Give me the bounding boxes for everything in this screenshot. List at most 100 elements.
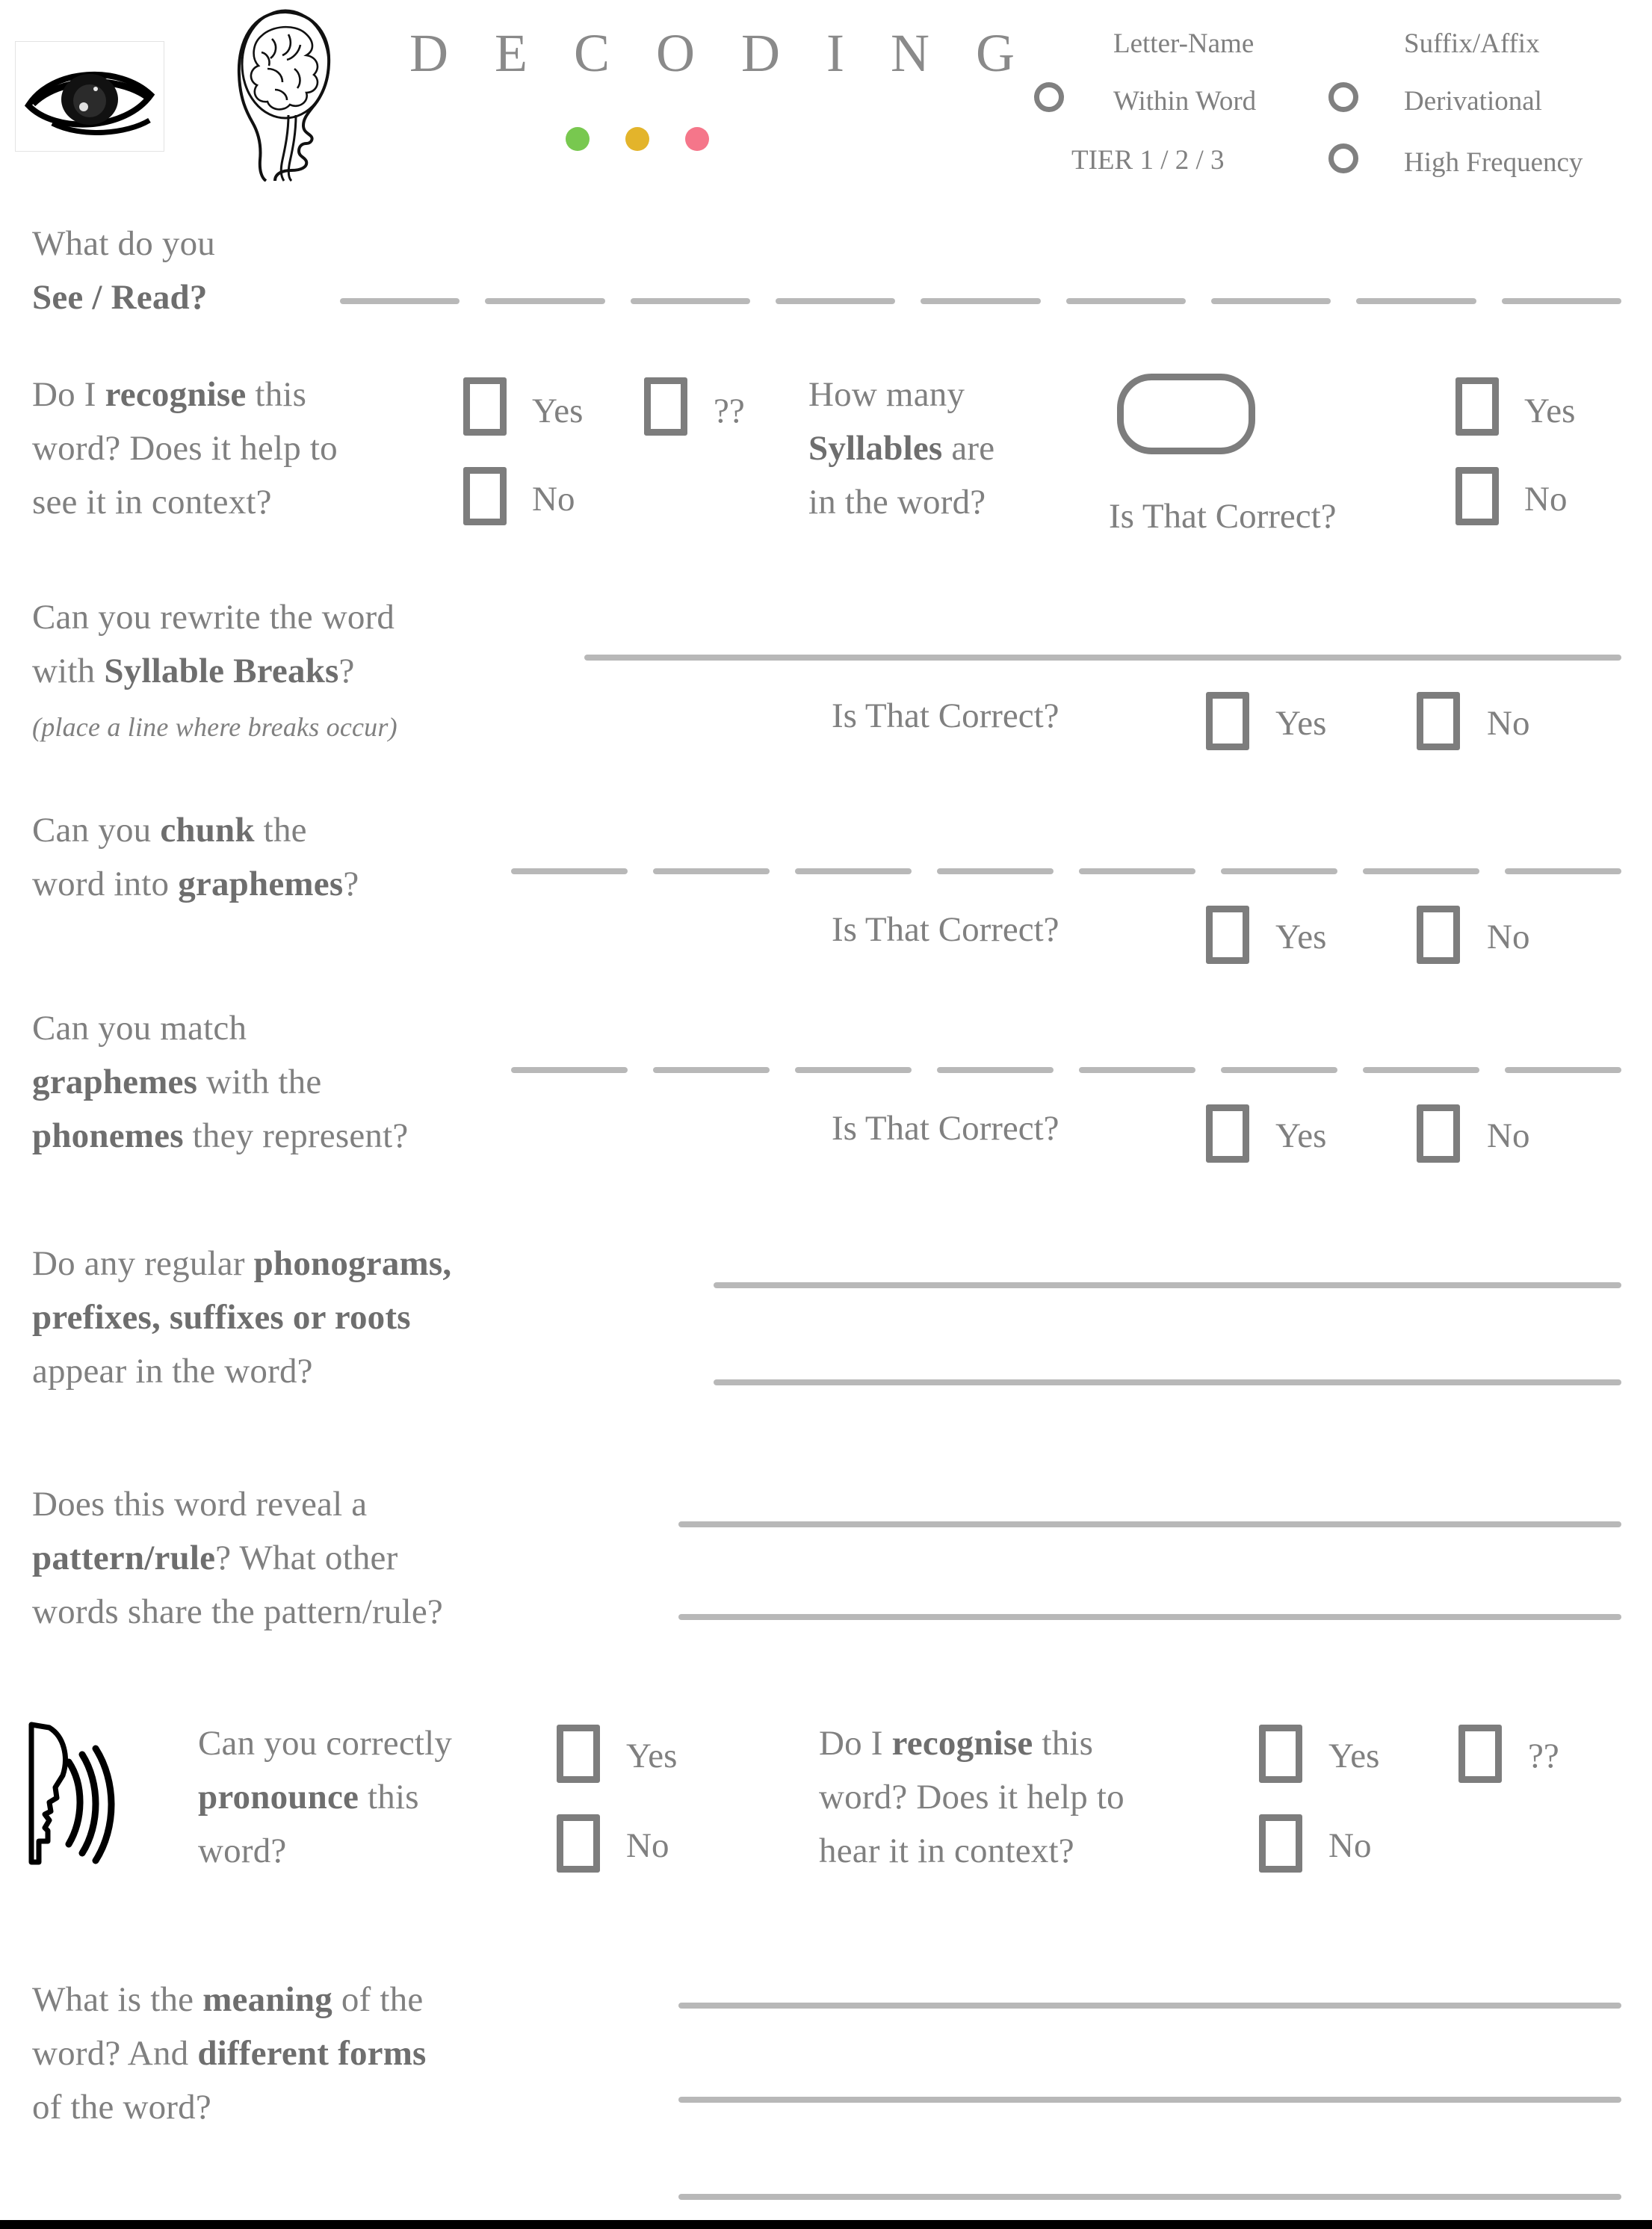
label-recognise-see-yes[interactable]: Yes: [532, 394, 583, 429]
blank-segment[interactable]: [795, 1067, 912, 1073]
label-chunk-yes[interactable]: Yes: [1275, 920, 1326, 955]
label-recognise-hear-no[interactable]: No: [1328, 1828, 1371, 1864]
label-breaks-no[interactable]: No: [1487, 706, 1529, 741]
label-chunk-is-that-correct: Is That Correct?: [832, 910, 1059, 949]
blank-segment[interactable]: [1363, 1067, 1479, 1073]
blank-segment[interactable]: [1221, 868, 1337, 874]
checkbox-chunk-yes[interactable]: [1206, 906, 1249, 964]
label-derivational[interactable]: Derivational: [1404, 87, 1542, 115]
blank-segment[interactable]: [775, 298, 896, 304]
level-dots: [566, 127, 709, 151]
label-pronounce-no[interactable]: No: [626, 1828, 669, 1864]
t: word? Does it help to: [819, 1778, 1124, 1817]
blank-segment[interactable]: [1065, 298, 1186, 304]
syllable-count-input[interactable]: [1117, 374, 1255, 454]
pattern-blank-2[interactable]: [678, 1614, 1621, 1620]
label-syllables-yes[interactable]: Yes: [1524, 394, 1575, 429]
meaning-blank-2[interactable]: [678, 2097, 1621, 2103]
label-match-no[interactable]: No: [1487, 1119, 1529, 1154]
blank-segment[interactable]: [1356, 298, 1476, 304]
checkbox-recognise-see-unsure[interactable]: [644, 377, 687, 436]
blank-segment[interactable]: [1079, 868, 1195, 874]
checkbox-recognise-hear-yes[interactable]: [1259, 1725, 1302, 1783]
label-chunk-no[interactable]: No: [1487, 920, 1529, 955]
eye-icon: [24, 71, 155, 135]
blank-segment[interactable]: [511, 868, 628, 874]
blank-segment[interactable]: [340, 298, 460, 304]
see-read-blank[interactable]: [340, 298, 1621, 304]
match-graphemes-blank[interactable]: [511, 1067, 1621, 1073]
label-within-word[interactable]: Within Word: [1113, 87, 1256, 115]
eye-icon-frame: [15, 41, 164, 152]
blank-segment[interactable]: [937, 868, 1054, 874]
blank-segment[interactable]: [1079, 1067, 1195, 1073]
t: are: [942, 429, 995, 468]
blank-segment[interactable]: [511, 1067, 628, 1073]
label-breaks-yes[interactable]: Yes: [1275, 706, 1326, 741]
t: in the word?: [808, 483, 986, 522]
t: recognise: [891, 1724, 1033, 1763]
bottom-bar: [0, 2220, 1652, 2229]
label-recognise-see-unsure[interactable]: ??: [714, 394, 745, 429]
label-recognise-see-no[interactable]: No: [532, 482, 575, 517]
label-tier[interactable]: TIER 1 / 2 / 3: [1071, 146, 1225, 174]
meaning-blank-3[interactable]: [678, 2194, 1621, 2200]
label-pronounce-yes[interactable]: Yes: [626, 1739, 677, 1774]
blank-segment[interactable]: [1221, 1067, 1337, 1073]
blank-segment[interactable]: [485, 298, 605, 304]
phonograms-blank-2[interactable]: [714, 1379, 1621, 1385]
checkbox-breaks-no[interactable]: [1417, 692, 1460, 750]
blank-segment[interactable]: [630, 298, 750, 304]
meaning-blank-1[interactable]: [678, 2003, 1621, 2009]
radio-high-frequency[interactable]: [1328, 143, 1358, 173]
label-suffix-affix: Suffix/Affix: [1404, 28, 1540, 59]
blank-segment[interactable]: [653, 868, 770, 874]
t: pronounce: [198, 1778, 359, 1817]
label-recognise-hear-unsure[interactable]: ??: [1528, 1739, 1559, 1774]
blank-segment[interactable]: [937, 1067, 1054, 1073]
checkbox-recognise-see-yes[interactable]: [463, 377, 507, 436]
checkbox-pronounce-yes[interactable]: [557, 1725, 600, 1783]
phonograms-blank-1[interactable]: [714, 1282, 1621, 1288]
label-syllables-no[interactable]: No: [1524, 482, 1567, 517]
blank-segment[interactable]: [1505, 868, 1621, 874]
t: with: [32, 652, 105, 690]
t: Do I: [32, 375, 105, 414]
t: ?: [338, 652, 355, 690]
pattern-blank-1[interactable]: [678, 1521, 1621, 1527]
radio-derivational[interactable]: [1328, 82, 1358, 112]
t: prefixes, suffixes or roots: [32, 1298, 411, 1337]
checkbox-match-yes[interactable]: [1206, 1104, 1249, 1163]
chunk-graphemes-blank[interactable]: [511, 868, 1621, 874]
syllable-breaks-blank[interactable]: [584, 655, 1621, 661]
blank-segment[interactable]: [1501, 298, 1621, 304]
blank-segment[interactable]: [795, 868, 912, 874]
t: word? Does it help to: [32, 429, 338, 468]
t: ?: [343, 865, 359, 903]
checkbox-chunk-no[interactable]: [1417, 906, 1460, 964]
blank-segment[interactable]: [653, 1067, 770, 1073]
checkbox-match-no[interactable]: [1417, 1104, 1460, 1163]
checkbox-pronounce-no[interactable]: [557, 1814, 600, 1873]
checkbox-syllables-yes[interactable]: [1455, 377, 1499, 436]
label-match-is-that-correct: Is That Correct?: [832, 1109, 1059, 1148]
label-match-yes[interactable]: Yes: [1275, 1119, 1326, 1154]
label-high-frequency[interactable]: High Frequency: [1404, 149, 1583, 176]
see-read-line1: What do you: [32, 224, 215, 263]
pink-dot: [685, 127, 709, 151]
blank-segment[interactable]: [1363, 868, 1479, 874]
checkbox-recognise-hear-unsure[interactable]: [1458, 1725, 1502, 1783]
checkbox-syllables-no[interactable]: [1455, 467, 1499, 525]
t: they represent?: [183, 1116, 409, 1155]
checkbox-recognise-see-no[interactable]: [463, 467, 507, 525]
blank-segment[interactable]: [1505, 1067, 1621, 1073]
t: Can you rewrite the word: [32, 598, 395, 637]
t: see it in context?: [32, 483, 272, 522]
blank-segment[interactable]: [921, 298, 1041, 304]
blank-segment[interactable]: [1210, 298, 1331, 304]
label-recognise-hear-yes[interactable]: Yes: [1328, 1739, 1379, 1774]
radio-within-word[interactable]: [1034, 82, 1064, 112]
checkbox-breaks-yes[interactable]: [1206, 692, 1249, 750]
t: meaning: [202, 1980, 332, 2019]
checkbox-recognise-hear-no[interactable]: [1259, 1814, 1302, 1873]
